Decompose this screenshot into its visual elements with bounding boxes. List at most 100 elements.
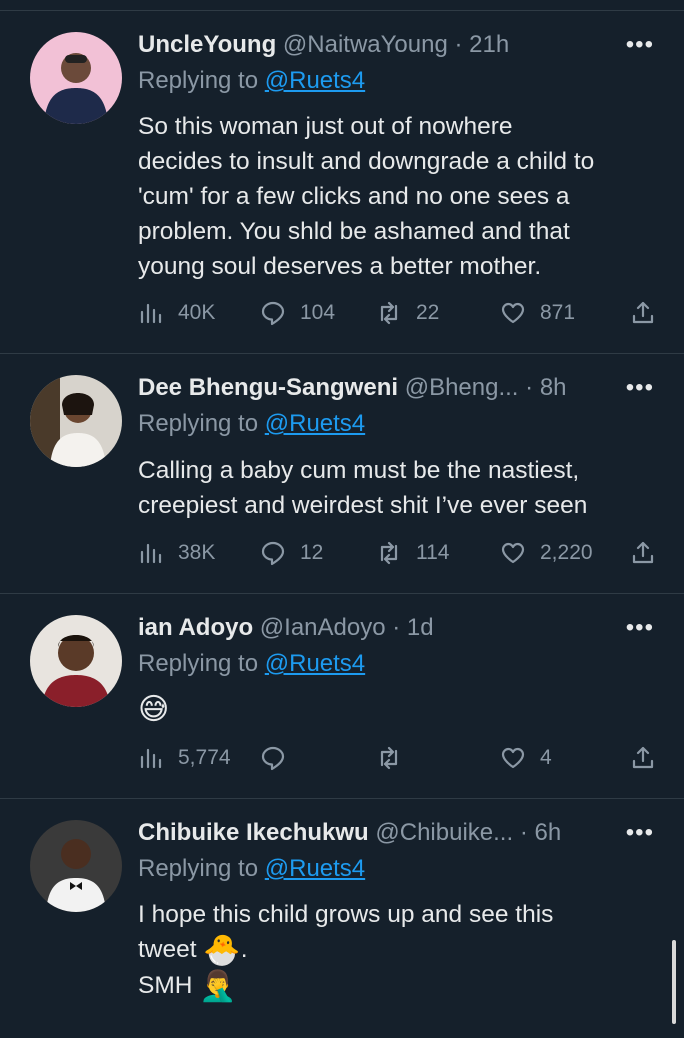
hatching-chick-emoji: 🐣 bbox=[203, 934, 241, 968]
action-bar: 5,774 4 bbox=[138, 738, 668, 778]
reply-button[interactable] bbox=[260, 738, 286, 778]
avatar[interactable] bbox=[30, 32, 122, 124]
reply-icon bbox=[261, 541, 285, 566]
tweet-text: Calling a baby cum must be the nastiest,… bbox=[138, 453, 658, 523]
like-count: 871 bbox=[540, 301, 576, 324]
tweet-text-line: young soul deserves a better mother. bbox=[138, 253, 542, 280]
share-icon bbox=[632, 746, 654, 769]
separator-dot: · bbox=[519, 819, 528, 846]
analytics-icon bbox=[140, 303, 162, 324]
timestamp[interactable]: 6h bbox=[535, 819, 562, 846]
tweet-header: UncleYoung @NaitwaYoung · 21h bbox=[138, 30, 614, 60]
separator-dot: · bbox=[392, 614, 401, 641]
replying-to-label: Replying to bbox=[138, 855, 259, 882]
user-handle[interactable]: @NaitwaYoung bbox=[283, 31, 448, 58]
retweet-button[interactable] bbox=[376, 738, 402, 778]
tweet-text-fragment: SMH bbox=[138, 972, 193, 1000]
retweet-button[interactable]: 114 bbox=[376, 533, 449, 573]
replying-to-handle[interactable]: @Ruets4 bbox=[265, 410, 365, 437]
like-count: 2,220 bbox=[540, 541, 593, 564]
share-button[interactable] bbox=[630, 533, 656, 573]
display-name[interactable]: ian Adoyo bbox=[138, 614, 253, 641]
like-button[interactable]: 4 bbox=[500, 738, 552, 778]
display-name[interactable]: Dee Bhengu-Sangweni bbox=[138, 374, 398, 401]
views-button[interactable]: 40K bbox=[138, 293, 215, 333]
retweet-count: 22 bbox=[416, 301, 440, 324]
analytics-icon bbox=[140, 748, 162, 769]
tweet-text-line: creepiest and weirdest shit I’ve ever se… bbox=[138, 492, 588, 519]
tweet-text: I hope this child grows up and see this … bbox=[138, 897, 658, 1004]
tweet-text-line: problem. You shld be ashamed and that bbox=[138, 218, 570, 245]
share-button[interactable] bbox=[630, 293, 656, 333]
replying-to: Replying to @Ruets4 bbox=[138, 854, 365, 884]
user-handle[interactable]: @Bheng... bbox=[405, 374, 519, 401]
reply-tweet[interactable]: Dee Bhengu-Sangweni @Bheng... · 8h ••• R… bbox=[0, 353, 684, 594]
tweet-header: Dee Bhengu-Sangweni @Bheng... · 8h bbox=[138, 373, 614, 403]
tweet-text-line: Calling a baby cum must be the nastiest, bbox=[138, 457, 580, 484]
avatar[interactable] bbox=[30, 615, 122, 707]
heart-icon bbox=[501, 542, 525, 564]
tweet-text-line: decides to insult and downgrade a child … bbox=[138, 148, 595, 175]
share-button[interactable] bbox=[630, 738, 656, 778]
like-button[interactable]: 871 bbox=[500, 293, 575, 333]
reply-tweet[interactable]: Chibuike Ikechukwu @Chibuike... · 6h •••… bbox=[0, 798, 684, 1038]
retweet-icon bbox=[380, 301, 398, 325]
tweet-text-line: SMH 🤦‍♂️ bbox=[138, 968, 658, 1004]
views-button[interactable]: 38K bbox=[138, 533, 215, 573]
timestamp[interactable]: 1d bbox=[407, 614, 434, 641]
user-handle[interactable]: @Chibuike... bbox=[375, 819, 513, 846]
tweet-text-fragment: . bbox=[240, 936, 248, 963]
like-count: 4 bbox=[540, 746, 552, 769]
tweet-text-fragment: tweet bbox=[138, 936, 197, 963]
display-name[interactable]: Chibuike Ikechukwu bbox=[138, 819, 369, 846]
replying-to-handle[interactable]: @Ruets4 bbox=[265, 855, 365, 882]
share-icon bbox=[632, 541, 654, 564]
reply-tweet[interactable]: ian Adoyo @IanAdoyo · 1d ••• Replying to… bbox=[0, 593, 684, 799]
reply-icon bbox=[261, 746, 285, 771]
retweet-count: 114 bbox=[416, 541, 450, 564]
avatar[interactable] bbox=[30, 820, 122, 912]
timestamp[interactable]: 8h bbox=[540, 374, 567, 401]
avatar[interactable] bbox=[30, 375, 122, 467]
views-count: 38K bbox=[178, 541, 216, 564]
reply-count: 104 bbox=[300, 301, 336, 324]
reply-button[interactable]: 12 bbox=[260, 533, 323, 573]
like-button[interactable]: 2,220 bbox=[500, 533, 593, 573]
action-bar: 40K 104 22 871 bbox=[138, 293, 668, 333]
tweet-text-line: tweet 🐣. bbox=[138, 932, 658, 968]
heart-icon bbox=[501, 302, 525, 324]
separator-dot: · bbox=[525, 374, 534, 401]
reply-icon bbox=[261, 301, 285, 326]
replying-to: Replying to @Ruets4 bbox=[138, 409, 365, 439]
separator-dot: · bbox=[454, 31, 463, 58]
more-options-icon[interactable]: ••• bbox=[626, 373, 654, 403]
tweet-text: So this woman just out of nowhere decide… bbox=[138, 109, 658, 284]
display-name[interactable]: UncleYoung bbox=[138, 31, 276, 58]
tweet-text-line: So this woman just out of nowhere bbox=[138, 113, 513, 140]
user-handle[interactable]: @IanAdoyo bbox=[260, 614, 386, 641]
retweet-icon bbox=[380, 746, 398, 770]
more-options-icon[interactable]: ••• bbox=[626, 613, 654, 643]
tweet-text: 😅 bbox=[138, 691, 658, 727]
replying-to-handle[interactable]: @Ruets4 bbox=[265, 67, 365, 94]
replying-to-handle[interactable]: @Ruets4 bbox=[265, 650, 365, 677]
share-icon bbox=[632, 301, 654, 324]
analytics-icon bbox=[140, 543, 162, 564]
views-button[interactable]: 5,774 bbox=[138, 738, 231, 778]
tweet-header: Chibuike Ikechukwu @Chibuike... · 6h bbox=[138, 818, 614, 848]
reply-count: 12 bbox=[300, 541, 324, 564]
more-options-icon[interactable]: ••• bbox=[626, 30, 654, 60]
more-options-icon[interactable]: ••• bbox=[626, 818, 654, 848]
timestamp[interactable]: 21h bbox=[469, 31, 509, 58]
tweet-text-line: I hope this child grows up and see this bbox=[138, 901, 554, 928]
reply-tweet[interactable]: UncleYoung @NaitwaYoung · 21h ••• Replyi… bbox=[0, 10, 684, 354]
heart-icon bbox=[501, 747, 525, 769]
replying-to-label: Replying to bbox=[138, 410, 259, 437]
retweet-button[interactable]: 22 bbox=[376, 293, 439, 333]
reply-button[interactable]: 104 bbox=[260, 293, 335, 333]
facepalm-emoji: 🤦‍♂️ bbox=[199, 970, 237, 1004]
scrollbar[interactable] bbox=[672, 940, 676, 1024]
views-count: 40K bbox=[178, 301, 216, 324]
replying-to: Replying to @Ruets4 bbox=[138, 649, 365, 679]
retweet-icon bbox=[380, 541, 398, 565]
